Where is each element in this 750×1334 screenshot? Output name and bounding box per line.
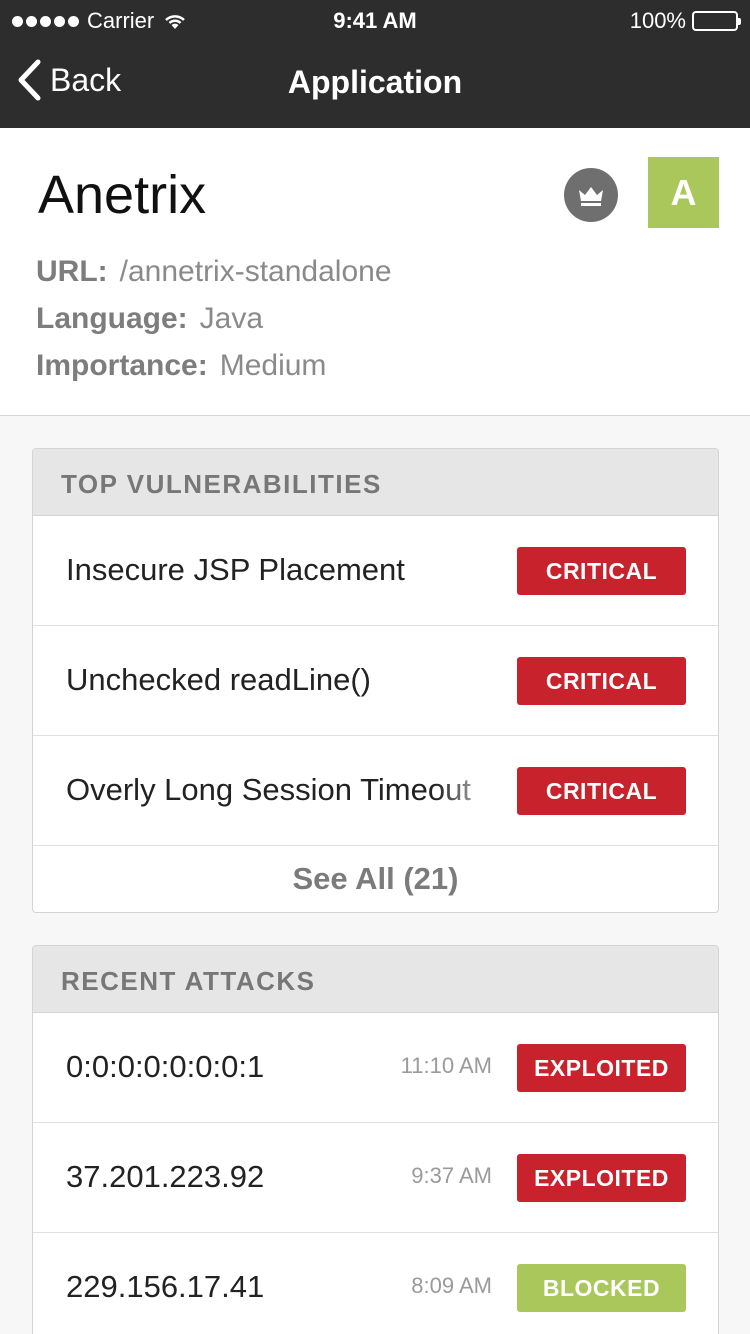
battery-icon: [692, 11, 741, 31]
attack-time: 11:10 AM: [400, 1053, 492, 1078]
url-label: URL:: [36, 255, 108, 288]
vulnerability-row[interactable]: Overly Long Session Timeout CRITICAL: [33, 736, 718, 846]
vulnerability-name: Overly Long Session Timeout: [66, 772, 471, 807]
language-label: Language:: [36, 302, 188, 335]
top-vulnerabilities-heading: TOP VULNERABILITIES: [33, 449, 718, 516]
vulnerability-row[interactable]: Insecure JSP Placement CRITICAL: [33, 516, 718, 626]
url-row: URL: /annetrix-standalone: [36, 248, 392, 295]
battery-percent: 100%: [629, 8, 686, 33]
attack-status-badge: EXPLOITED: [517, 1044, 686, 1092]
importance-label: Importance:: [36, 349, 208, 382]
language-row: Language: Java: [36, 295, 392, 342]
severity-badge: CRITICAL: [517, 547, 686, 595]
see-all-button[interactable]: See All (21): [33, 846, 718, 912]
status-bar: Carrier 9:41 AM 100%: [0, 0, 750, 40]
importance-row: Importance: Medium: [36, 342, 392, 389]
attack-row[interactable]: 37.201.223.92 9:37 AM EXPLOITED: [33, 1123, 718, 1233]
vulnerability-name: Insecure JSP Placement: [66, 552, 405, 587]
importance-value: Medium: [219, 349, 327, 382]
crown-icon[interactable]: [564, 168, 618, 222]
attack-row[interactable]: 229.156.17.41 8:09 AM BLOCKED: [33, 1233, 718, 1334]
page-title: Application: [287, 64, 463, 100]
app-name: Anetrix: [38, 165, 207, 225]
language-value: Java: [199, 302, 264, 335]
recent-attacks-heading: RECENT ATTACKS: [33, 946, 718, 1013]
attack-row[interactable]: 0:0:0:0:0:0:0:1 11:10 AM EXPLOITED: [33, 1013, 718, 1123]
navigation-bar: Back Application: [0, 40, 750, 128]
vulnerability-row[interactable]: Unchecked readLine() CRITICAL: [33, 626, 718, 736]
attack-time: 9:37 AM: [411, 1163, 492, 1188]
attack-status-badge: BLOCKED: [517, 1264, 686, 1312]
recent-attacks-card: RECENT ATTACKS 0:0:0:0:0:0:0:1 11:10 AM …: [32, 945, 719, 1334]
vulnerability-name: Unchecked readLine(): [66, 662, 372, 697]
top-vulnerabilities-card: TOP VULNERABILITIES Insecure JSP Placeme…: [32, 448, 719, 913]
url-value: /annetrix-standalone: [119, 255, 392, 288]
attack-time: 8:09 AM: [411, 1273, 492, 1298]
severity-badge: CRITICAL: [517, 657, 686, 705]
text-fade: [436, 756, 506, 826]
severity-badge: CRITICAL: [517, 767, 686, 815]
application-header: Anetrix A URL: /annetrix-standalone Langu…: [0, 128, 750, 416]
app-details: URL: /annetrix-standalone Language: Java I…: [36, 248, 392, 389]
battery-status: 100%: [629, 8, 741, 34]
attack-status-badge: EXPLOITED: [517, 1154, 686, 1202]
app-grade-badge: A: [648, 157, 719, 228]
